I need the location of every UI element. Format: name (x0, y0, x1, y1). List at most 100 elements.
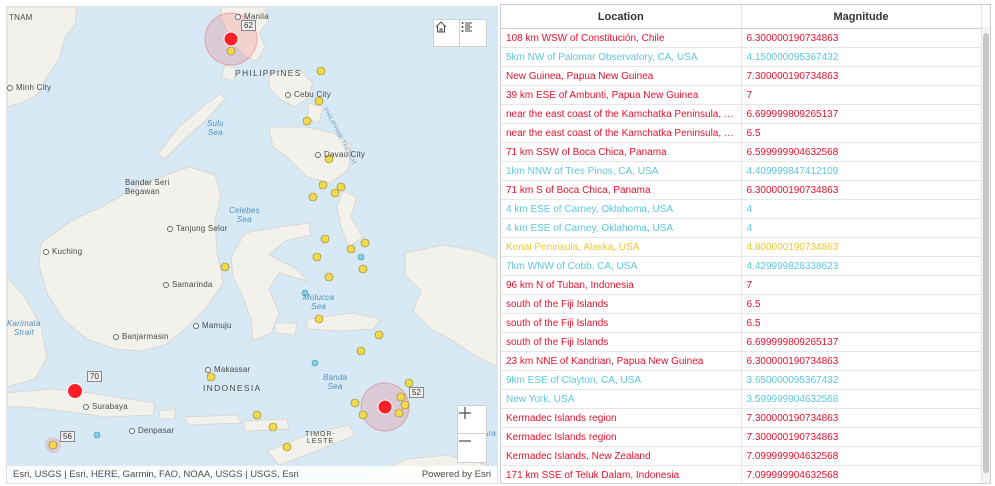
map-label-denpasar: Denpasar (129, 426, 174, 435)
map-label-surabaya: Surabaya (83, 402, 128, 411)
location-cell: near the east coast of the Kamchatka Pen… (501, 123, 742, 143)
table-row[interactable]: 5km NW of Palomar Observatory, CA, USA 4.… (501, 47, 982, 67)
location-cell: 71 km SSW of Boca Chica, Panama (501, 142, 742, 162)
magnitude-cell: 3.599999904632568 (741, 389, 982, 409)
powered-by-esri[interactable]: Powered by Esri (422, 469, 491, 480)
map-view[interactable]: TNAM Manila PHILIPPINES Minh City Cebu C… (6, 6, 498, 484)
location-cell: south of the Fiji Islands (501, 332, 742, 352)
magnitude-cell: 4 (741, 199, 982, 219)
map-label-sulu-sea: Sulu Sea (207, 119, 224, 137)
map-label-cebu-city: Cebu City (285, 90, 331, 99)
map-label-indonesia: INDONESIA (203, 383, 262, 393)
table-row[interactable]: south of the Fiji Islands 6.5 (501, 313, 982, 333)
table-row[interactable]: near the east coast of the Kamchatka Pen… (501, 123, 982, 143)
location-cell: 171 km SSE of Teluk Dalam, Indonesia (501, 465, 742, 483)
basemap (7, 7, 497, 483)
table-scrollbar[interactable] (982, 27, 990, 483)
magnitude-cell: 7.300000190734863 (741, 66, 982, 86)
table-row[interactable]: 96 km N of Tuban, Indonesia 7 (501, 275, 982, 295)
magnitude-cell: 6.699999809265137 (741, 332, 982, 352)
map-label-minh-city: Minh City (7, 83, 51, 92)
magnitude-cell: 4.150000095367432 (741, 47, 982, 67)
map-label-kuching: Kuching (43, 247, 82, 256)
layer-list-button[interactable] (459, 19, 487, 47)
magnitude-cell: 3.650000095367432 (741, 370, 982, 390)
map-label-tnam: TNAM (9, 13, 33, 22)
table-row[interactable]: 71 km S of Boca Chica, Panama 6.300000190… (501, 180, 982, 200)
map-label-mamuju: Mamuju (193, 321, 232, 330)
location-cell: 1km NNW of Tres Pinos, CA, USA (501, 161, 742, 181)
zoom-out-button[interactable] (457, 433, 487, 463)
table-row[interactable]: 4 km ESE of Carney, Oklahoma, USA 4 (501, 199, 982, 219)
table-row[interactable]: New Guinea, Papua New Guinea 7.3000001907… (501, 66, 982, 86)
home-button[interactable] (433, 19, 461, 47)
magnitude-cell: 7.099999904632568 (741, 465, 982, 483)
cluster-count-badge[interactable]: 62 (241, 20, 256, 31)
table-row[interactable]: Kermadec Islands region 7.300000190734863 (501, 427, 982, 447)
table-scrollbar-thumb[interactable] (983, 33, 989, 473)
cluster-count-badge[interactable]: 70 (87, 371, 102, 382)
location-cell: Kenai Peninsula, Alaska, USA (501, 237, 742, 257)
table-row[interactable]: near the east coast of the Kamchatka Pen… (501, 104, 982, 124)
cluster-count-badge[interactable]: 52 (409, 387, 424, 398)
location-cell: 7km WNW of Cobb, CA, USA (501, 256, 742, 276)
zoom-in-button[interactable] (457, 405, 487, 435)
table-row[interactable]: 4 km ESE of Carney, Oklahoma, USA 4 (501, 218, 982, 238)
attribution-text: Esri, USGS | Esri, HERE, Garmin, FAO, NO… (13, 469, 299, 480)
magnitude-cell: 6.5 (741, 313, 982, 333)
quake-marker-high[interactable] (67, 383, 83, 399)
location-cell: Kermadec Islands, New Zealand (501, 446, 742, 466)
table-row[interactable]: 39 km ESE of Ambunti, Papua New Guinea 7 (501, 85, 982, 105)
minus-icon (459, 440, 471, 442)
table-row[interactable]: 9km ESE of Clayton, CA, USA 3.65000009536… (501, 370, 982, 390)
magnitude-cell: 6.5 (741, 294, 982, 314)
magnitude-cell: 6.699999809265137 (741, 104, 982, 124)
location-cell: 96 km N of Tuban, Indonesia (501, 275, 742, 295)
table-row[interactable]: south of the Fiji Islands 6.5 (501, 294, 982, 314)
table-row[interactable]: 71 km SSW of Boca Chica, Panama 6.5999999… (501, 142, 982, 162)
map-attribution: Esri, USGS | Esri, HERE, Garmin, FAO, NO… (7, 466, 497, 483)
magnitude-cell: 4.800000190734863 (741, 237, 982, 257)
magnitude-cell: 6.300000190734863 (741, 28, 982, 48)
magnitude-cell: 6.599999904632568 (741, 142, 982, 162)
map-label-tanjung-selor: Tanjung Selor (167, 224, 228, 233)
table-row[interactable]: 1km NNW of Tres Pinos, CA, USA 4.40999984… (501, 161, 982, 181)
magnitude-cell: 4 (741, 218, 982, 238)
magnitude-cell: 7.300000190734863 (741, 427, 982, 447)
table-row[interactable]: south of the Fiji Islands 6.6999998092651… (501, 332, 982, 352)
location-cell: New York, USA (501, 389, 742, 409)
location-cell: 39 km ESE of Ambunti, Papua New Guinea (501, 85, 742, 105)
magnitude-cell: 7.300000190734863 (741, 408, 982, 428)
location-cell: 71 km S of Boca Chica, Panama (501, 180, 742, 200)
table-row[interactable]: Kenai Peninsula, Alaska, USA 4.8000001907… (501, 237, 982, 257)
map-label-banda-sea: Banda Sea (323, 373, 348, 391)
table-row[interactable]: 108 km WSW of Constitución, Chile 6.30000… (501, 28, 982, 48)
magnitude-cell: 7 (741, 85, 982, 105)
map-label-davao-city: Davao City (315, 150, 365, 159)
location-cell: 4 km ESE of Carney, Oklahoma, USA (501, 218, 742, 238)
table-row[interactable]: 171 km SSE of Teluk Dalam, Indonesia 7.09… (501, 465, 982, 483)
table-row[interactable]: 23 km NNE of Kandrian, Papua New Guinea 6… (501, 351, 982, 371)
magnitude-cell: 4.429999828338623 (741, 256, 982, 276)
table-row[interactable]: Kermadec Islands, New Zealand 7.099999904… (501, 446, 982, 466)
table-row[interactable]: New York, USA 3.599999904632568 (501, 389, 982, 409)
quake-marker-high[interactable] (377, 399, 393, 415)
table-row[interactable]: Kermadec Islands region 7.300000190734863 (501, 408, 982, 428)
quake-marker-high[interactable] (223, 31, 239, 47)
table-body: 108 km WSW of Constitución, Chile 6.30000… (501, 28, 982, 483)
location-cell: near the east coast of the Kamchatka Pen… (501, 104, 742, 124)
column-header-magnitude[interactable]: Magnitude (741, 5, 982, 29)
cluster-count-badge[interactable]: 56 (60, 431, 75, 442)
location-cell: Kermadec Islands region (501, 408, 742, 428)
magnitude-cell: 6.300000190734863 (741, 180, 982, 200)
location-cell: Kermadec Islands region (501, 427, 742, 447)
location-cell: south of the Fiji Islands (501, 313, 742, 333)
magnitude-cell: 6.300000190734863 (741, 351, 982, 371)
map-label-makassar: Makassar (205, 365, 250, 374)
magnitude-cell: 7 (741, 275, 982, 295)
plus-icon (459, 407, 471, 419)
column-header-location[interactable]: Location (501, 5, 742, 29)
map-label-timor-leste: TIMOR- LESTE (305, 431, 336, 445)
table-row[interactable]: 7km WNW of Cobb, CA, USA 4.42999982833862… (501, 256, 982, 276)
map-label-celebes-sea: Celebes Sea (229, 206, 260, 224)
